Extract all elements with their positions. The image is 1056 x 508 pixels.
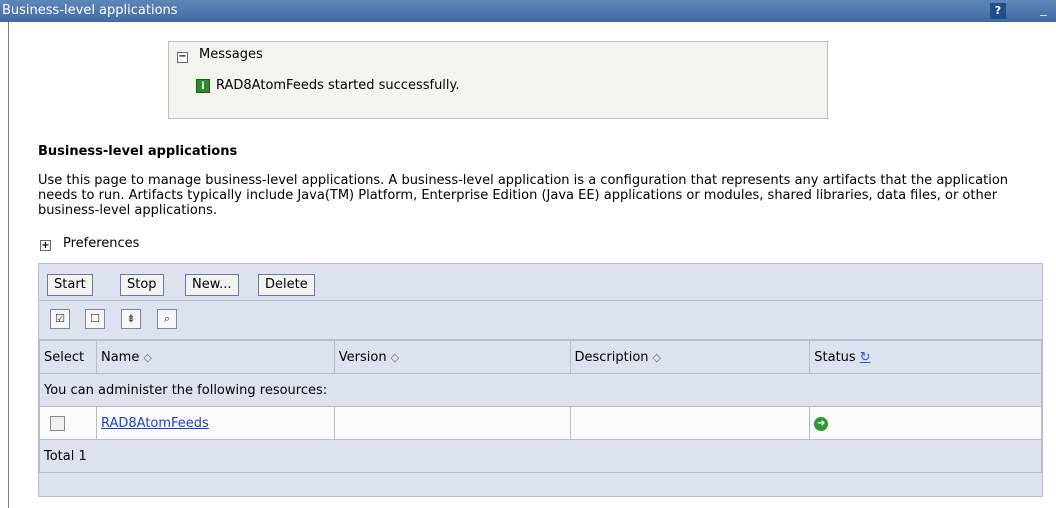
row-status-cell: ➜ <box>809 406 1042 440</box>
application-link[interactable]: RAD8AtomFeeds <box>101 416 209 431</box>
applications-collection-panel: Start Stop New... Delete ☑ ☐ ⇟ ⌕ Select … <box>38 263 1043 497</box>
button-bar: Start Stop New... Delete <box>39 264 1042 301</box>
start-button[interactable]: Start <box>47 274 93 296</box>
expand-icon[interactable]: + <box>40 240 51 251</box>
row-select-cell <box>39 406 97 440</box>
new-button[interactable]: New... <box>185 274 239 296</box>
column-header-description[interactable]: Description ◇ <box>569 340 811 374</box>
table-header-row: Select Name ◇ Version ◇ Description ◇ Statu… <box>39 340 1042 374</box>
started-status-icon: ➜ <box>814 417 829 431</box>
left-divider <box>8 22 9 508</box>
applications-table: Select Name ◇ Version ◇ Description ◇ Statu… <box>39 340 1042 473</box>
delete-button[interactable]: Delete <box>258 274 315 296</box>
sort-icon[interactable]: ◇ <box>143 351 151 364</box>
info-icon: i <box>196 79 210 93</box>
row-checkbox[interactable] <box>50 415 65 431</box>
minimize-button[interactable]: _ <box>1031 0 1056 22</box>
column-header-select: Select <box>39 340 97 374</box>
table-caption: You can administer the following resourc… <box>39 373 1042 407</box>
sort-icon[interactable]: ◇ <box>391 351 399 364</box>
table-total-row: Total 1 <box>39 439 1042 473</box>
deselect-all-icon[interactable]: ☐ <box>85 309 105 329</box>
row-name-cell: RAD8AtomFeeds <box>95 406 335 440</box>
table-row: RAD8AtomFeeds ➜ <box>39 406 1042 440</box>
message-text: RAD8AtomFeeds started successfully. <box>216 78 460 93</box>
column-header-version[interactable]: Version ◇ <box>333 340 571 374</box>
total-count: Total 1 <box>39 439 1042 473</box>
row-version-cell <box>333 406 571 440</box>
page-title: Business-level applications <box>38 144 238 159</box>
show-filter-icon[interactable]: ⇟ <box>121 309 141 329</box>
column-header-status: Status ↻ <box>809 340 1042 374</box>
messages-panel: − Messages i RAD8AtomFeeds started succe… <box>168 41 828 119</box>
sort-icon[interactable]: ◇ <box>653 351 661 364</box>
window-title-bar: Business-level applications ? _ <box>0 0 1056 22</box>
refresh-icon[interactable]: ↻ <box>860 350 871 365</box>
clear-filter-icon[interactable]: ⌕ <box>157 309 177 329</box>
column-header-name[interactable]: Name ◇ <box>95 340 335 374</box>
select-all-icon[interactable]: ☑ <box>50 309 70 329</box>
collapse-icon[interactable]: − <box>177 52 188 63</box>
preferences-link[interactable]: Preferences <box>63 236 139 251</box>
table-caption-row: You can administer the following resourc… <box>39 373 1042 407</box>
window-title: Business-level applications <box>2 3 178 18</box>
stop-button[interactable]: Stop <box>120 274 164 296</box>
help-icon[interactable]: ? <box>990 3 1006 19</box>
page-description: Use this page to manage business-level a… <box>38 173 1009 218</box>
messages-title: Messages <box>199 47 263 62</box>
row-description-cell <box>569 406 811 440</box>
icon-toolbar: ☑ ☐ ⇟ ⌕ <box>39 301 1042 340</box>
